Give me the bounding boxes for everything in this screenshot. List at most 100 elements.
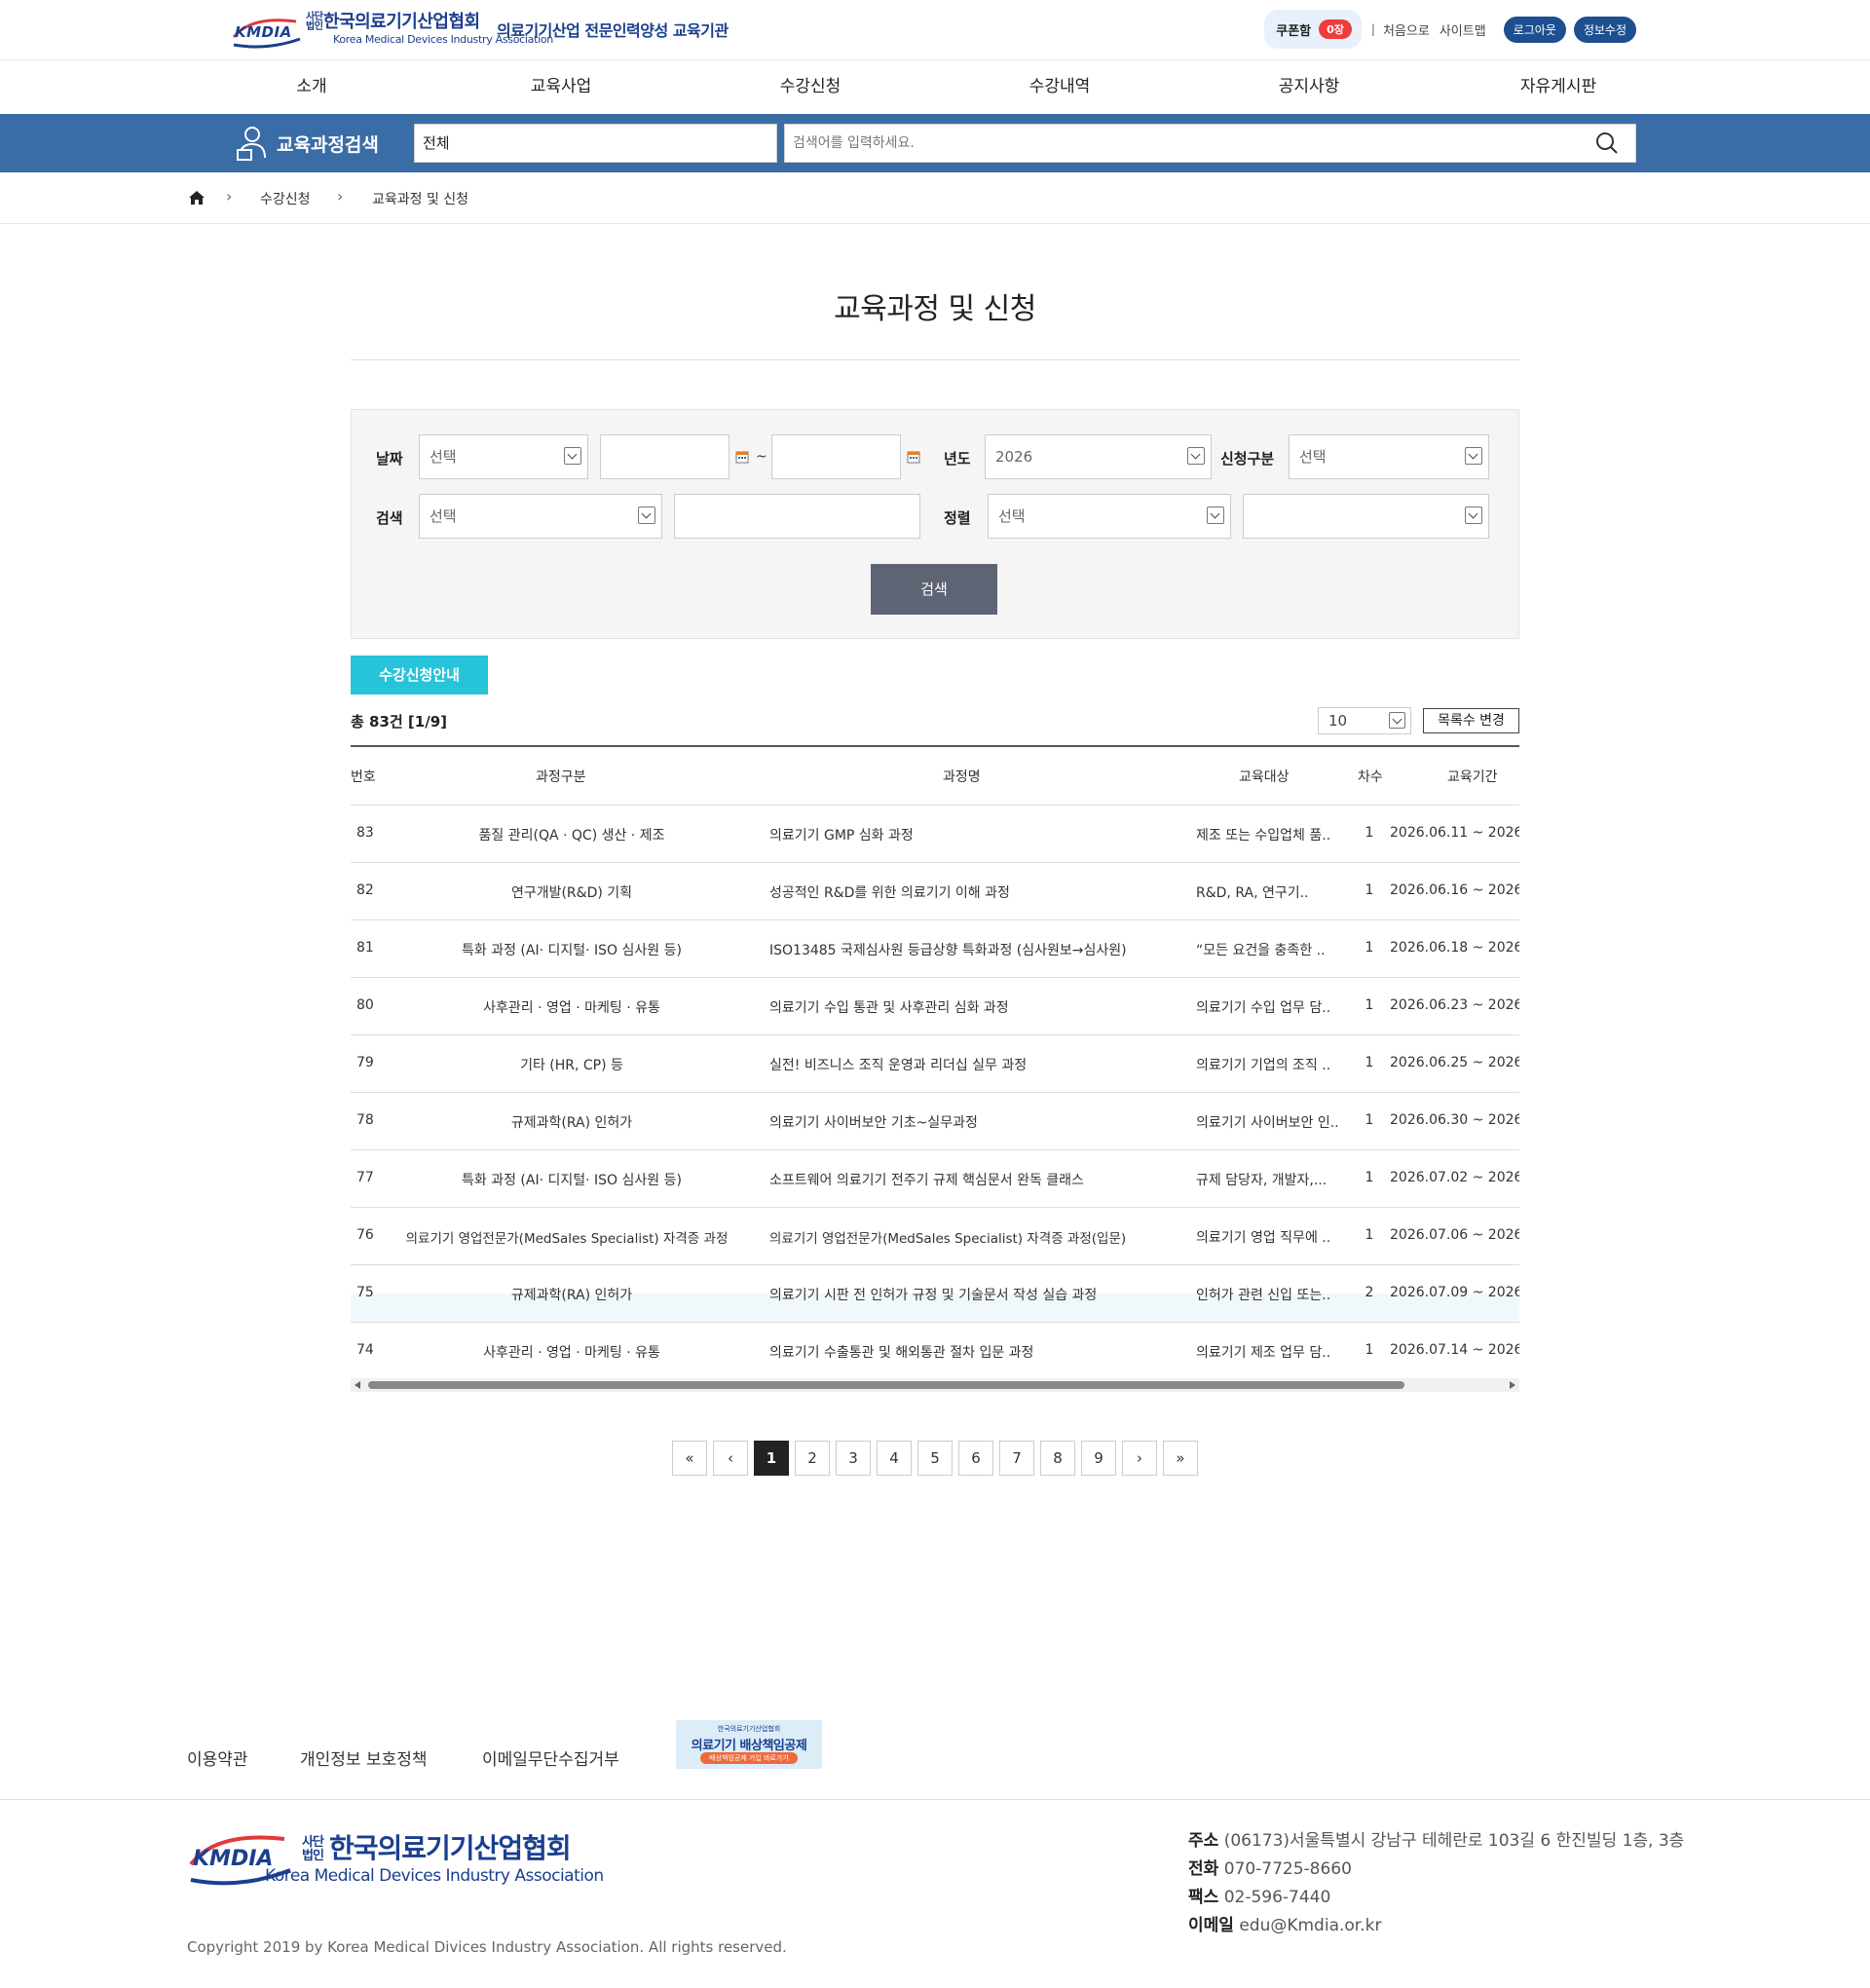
row-period: 2026.06.30 ~ 2026 [1390,1112,1519,1128]
row-course-name[interactable]: 의료기기 GMP 심화 과정 [769,825,1178,844]
calendar-icon[interactable] [735,450,749,464]
list-size-change-button[interactable]: 목록수 변경 [1423,708,1519,733]
prev-page-button[interactable]: ‹ [713,1441,748,1476]
coupon-box[interactable]: 쿠폰함 0장 [1264,10,1362,49]
nav-item-board[interactable]: 자유게시판 [1520,60,1596,114]
breadcrumb-item-apply[interactable]: 수강신청 [260,189,311,208]
search-field-select[interactable]: 선택 [419,494,662,539]
date-type-select[interactable]: 선택 [419,434,588,479]
scrollbar-thumb[interactable] [368,1381,1404,1389]
last-page-button[interactable]: » [1163,1441,1198,1476]
table-row[interactable]: 82 연구개발(R&D) 기획 성공적인 R&D를 위한 의료기기 이해 과정 … [351,863,1519,920]
search-button[interactable]: 검색 [871,564,997,615]
nav-item-education[interactable]: 교육사업 [531,60,592,114]
sitemap-link[interactable]: 사이트맵 [1440,20,1486,39]
chevron-right-icon: › [226,187,233,206]
coupon-count-badge: 0장 [1319,19,1352,39]
email-refusal-link[interactable]: 이메일무단수집거부 [482,1745,619,1770]
row-category: 기타 (HR, CP) 등 [520,1058,623,1073]
year-select[interactable]: 2026 [985,434,1212,479]
search-input[interactable] [784,124,1636,163]
footer-logo-english: Korea Medical Devices Industry Associati… [265,1866,604,1886]
row-round: 1 [1365,997,1374,1013]
row-period: 2026.06.18 ~ 2026 [1390,940,1519,956]
row-course-name[interactable]: 의료기기 영업전문가(MedSales Specialist) 자격증 과정(입… [769,1227,1178,1247]
row-course-name[interactable]: ISO13485 국제심사원 등급상향 특화과정 (심사원보→심사원) [769,940,1178,959]
scroll-left-icon[interactable] [355,1381,360,1389]
row-course-name[interactable]: 의료기기 수출통관 및 해외통관 절차 입문 과정 [769,1342,1178,1362]
nav-item-intro[interactable]: 소개 [296,60,326,114]
page-7-button[interactable]: 7 [999,1441,1034,1476]
page-9-button[interactable]: 9 [1081,1441,1116,1476]
next-page-button[interactable]: › [1122,1441,1157,1476]
row-course-name[interactable]: 실전! 비즈니스 조직 운영과 리더십 실무 과정 [769,1055,1178,1074]
table-row[interactable]: 78 규제과학(RA) 인허가 의료기기 사이버보안 기초~실무과정 의료기기 … [351,1093,1519,1150]
banner-main-text: 의료기기 배상책임공제 [691,1739,807,1753]
table-row[interactable]: 80 사후관리 · 영업 · 마케팅 · 유통 의료기기 수입 통관 및 사후관… [351,978,1519,1035]
row-no: 82 [356,882,374,898]
profile-edit-button[interactable]: 정보수정 [1573,16,1636,43]
date-label: 날짜 [376,450,403,468]
end-date-input[interactable] [771,434,901,479]
row-course-name[interactable]: 의료기기 사이버보안 기초~실무과정 [769,1112,1178,1132]
row-target: R&D, RA, 연구기.. [1196,885,1309,901]
nav-item-apply[interactable]: 수강신청 [780,60,842,114]
search-icon[interactable] [1595,131,1619,155]
apply-type-select[interactable]: 선택 [1289,434,1489,479]
table-row[interactable]: 83 품질 관리(QA · QC) 생산 · 제조 의료기기 GMP 심화 과정… [351,806,1519,863]
table-row[interactable]: 79 기타 (HR, CP) 등 실전! 비즈니스 조직 운영과 리더십 실무 … [351,1035,1519,1093]
header-target: 교육대상 [1239,769,1290,785]
sort-select[interactable]: 선택 [988,494,1231,539]
row-period: 2026.07.06 ~ 2026 [1390,1227,1519,1243]
kmdia-logo-icon: KMDIA [232,12,302,51]
row-target: 규제 담당자, 개발자,... [1196,1173,1328,1188]
chevron-right-icon: › [337,187,344,206]
header-no: 번호 [351,769,376,785]
nav-item-history[interactable]: 수강내역 [1029,60,1091,114]
page-1-button[interactable]: 1 [754,1441,789,1476]
page-3-button[interactable]: 3 [836,1441,871,1476]
row-category: 연구개발(R&D) 기획 [510,885,633,901]
apply-guide-button[interactable]: 수강신청안내 [351,656,488,694]
page-8-button[interactable]: 8 [1040,1441,1075,1476]
table-row[interactable]: 77 특화 과정 (AI· 디지털· ISO 심사원 등) 소프트웨어 의료기기… [351,1150,1519,1208]
table-row[interactable]: 81 특화 과정 (AI· 디지털· ISO 심사원 등) ISO13485 국… [351,920,1519,978]
row-course-name[interactable]: 성공적인 R&D를 위한 의료기기 이해 과정 [769,882,1178,902]
row-course-name[interactable]: 의료기기 수입 통관 및 사후관리 심화 과정 [769,997,1178,1017]
sort-order-select[interactable] [1243,494,1489,539]
row-no: 78 [356,1112,374,1128]
table-row[interactable]: 76 의료기기 영업전문가(MedSales Specialist) 자격증 과… [351,1208,1519,1265]
search-category-select[interactable]: 전체 [414,124,777,163]
calendar-icon[interactable] [907,450,920,464]
page-2-button[interactable]: 2 [795,1441,830,1476]
privacy-link[interactable]: 개인정보 보호정책 [300,1745,428,1770]
year-label: 년도 [944,450,971,468]
scroll-right-icon[interactable] [1510,1381,1515,1389]
header-round: 차수 [1358,769,1383,785]
table-horizontal-scrollbar[interactable] [351,1378,1519,1392]
page-5-button[interactable]: 5 [917,1441,953,1476]
first-page-button[interactable]: « [672,1441,707,1476]
row-course-name[interactable]: 의료기기 시판 전 인허가 규정 및 기술문서 작성 실습 과정 [769,1285,1178,1304]
row-period: 2026.06.16 ~ 2026 [1390,882,1519,898]
row-round: 1 [1365,1342,1374,1358]
nav-item-notice[interactable]: 공지사항 [1279,60,1340,114]
row-round: 1 [1365,825,1374,841]
search-field-value: 선택 [430,507,457,525]
table-row[interactable]: 74 사후관리 · 영업 · 마케팅 · 유통 의료기기 수출통관 및 해외통관… [351,1323,1519,1380]
keyword-input[interactable] [674,494,920,539]
terms-link[interactable]: 이용약관 [187,1745,248,1770]
table-row[interactable]: 75 규제과학(RA) 인허가 의료기기 시판 전 인허가 규정 및 기술문서 … [351,1265,1519,1323]
logout-button[interactable]: 로그아웃 [1503,16,1566,43]
home-icon[interactable] [188,190,206,206]
page-6-button[interactable]: 6 [958,1441,993,1476]
page-4-button[interactable]: 4 [877,1441,912,1476]
start-date-input[interactable] [600,434,729,479]
year-value: 2026 [995,448,1033,466]
liability-insurance-banner[interactable]: 한국의료기기산업협회 의료기기 배상책임공제 배상책임공제 가입 바로가기 [676,1720,822,1769]
phone-text: 070-7725-8660 [1223,1859,1352,1879]
title-divider [351,359,1519,360]
per-page-select[interactable]: 10 [1318,707,1411,734]
row-course-name[interactable]: 소프트웨어 의료기기 전주기 규제 핵심문서 완독 클래스 [769,1170,1178,1189]
home-link[interactable]: 처음으로 [1383,20,1430,39]
